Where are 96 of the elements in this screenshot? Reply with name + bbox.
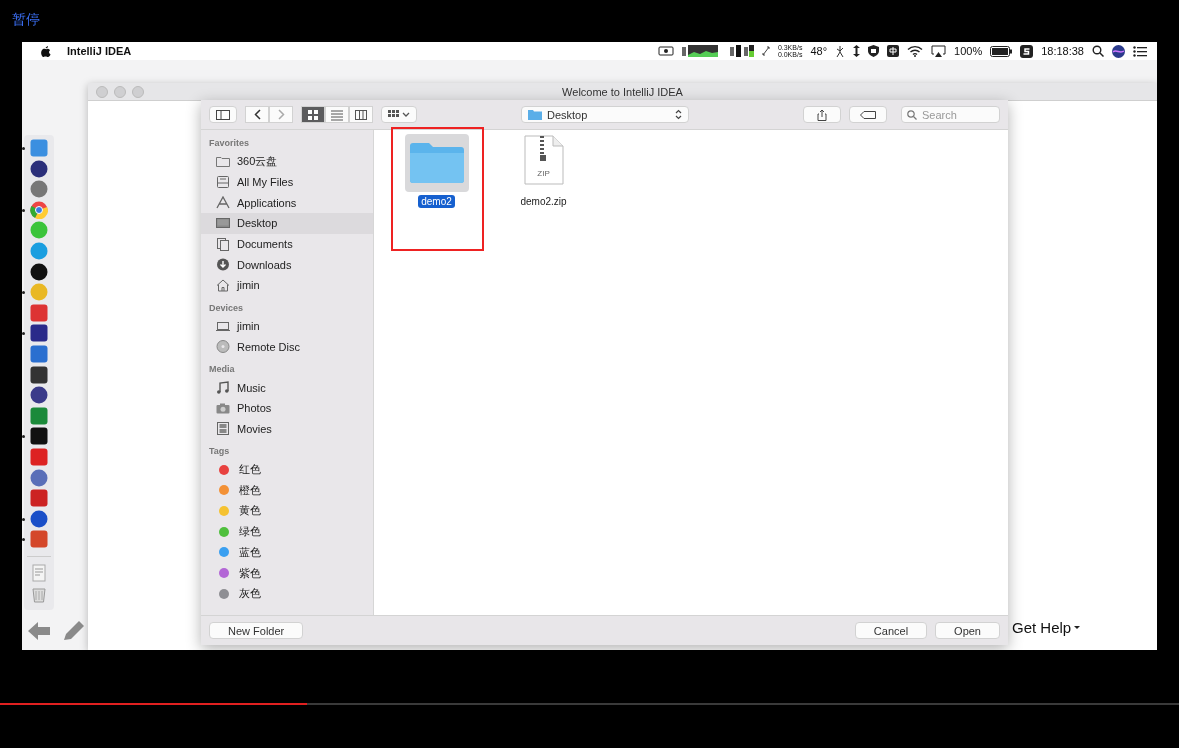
sidebar-icon [216,109,230,120]
app-icon[interactable] [30,365,48,384]
sidebar-item[interactable]: Remote Disc [201,336,373,358]
search-icon[interactable] [1092,45,1104,57]
sidebar-item[interactable]: 红色 [201,459,373,480]
laptop-icon [216,319,230,333]
sidebar-item[interactable]: Documents [201,233,373,255]
section-heading: Tags [208,445,231,459]
arrows-icon[interactable] [761,46,770,56]
apple-icon[interactable] [40,45,51,57]
folder-icon [528,109,542,120]
sidebar-item[interactable]: Desktop [201,213,373,234]
s-app-icon[interactable] [1020,44,1034,58]
sidebar-item[interactable]: 紫色 [201,562,373,584]
file-name: demo2 [418,195,455,208]
back-arrow-icon[interactable] [28,622,50,640]
open-button[interactable]: Open [935,622,1000,639]
film-icon [216,422,230,436]
app-icon[interactable] [30,427,48,446]
applications-icon [216,196,230,210]
new-folder-button[interactable]: New Folder [209,622,304,639]
list-icon[interactable] [1133,45,1147,57]
search-field[interactable]: Search [901,106,1000,123]
sidebar-item[interactable]: 蓝色 [201,542,373,563]
folder-icon [216,154,230,168]
share-button[interactable] [803,106,841,123]
section-heading: Favorites [208,137,251,150]
sidebar-item[interactable]: Movies [201,418,373,440]
wifi-icon[interactable] [907,45,924,57]
location-popup[interactable]: Desktop [521,106,689,123]
temperature-reading[interactable]: 48° [810,45,828,57]
battery-percent[interactable]: 100% [954,45,983,57]
share-icon [817,108,827,121]
input-method-icon[interactable] [887,45,900,57]
siri-icon[interactable] [1112,44,1125,58]
sidebar-item[interactable]: Downloads [201,254,373,276]
chevron-left-icon [253,109,261,120]
camera-icon [216,401,230,415]
sidebar-item[interactable]: Music [201,377,373,398]
camera-icon[interactable] [657,46,674,56]
chevron-right-icon [277,109,285,120]
sidebar-item[interactable]: 360云盘 [201,151,373,172]
updown-chevron-icon [675,109,682,120]
cancel-button[interactable]: Cancel [854,622,928,639]
app-icon[interactable] [30,386,48,405]
music-note-icon [216,381,230,395]
back-button[interactable] [245,106,269,123]
sidebar-item[interactable]: Photos [201,397,373,419]
updown-arrow-icon[interactable] [853,45,861,57]
sidebar-toggle-button[interactable] [209,106,237,123]
app-icon[interactable] [30,159,48,178]
view-mode-tab[interactable] [301,106,325,123]
sidebar-item[interactable]: 灰色 [201,583,373,605]
documents-icon [216,237,230,251]
airplay-icon[interactable] [931,45,947,57]
columns-icon [355,108,367,121]
home-icon [216,278,230,292]
shield-icon[interactable] [868,45,880,57]
grid-icon [307,108,319,121]
files-icon [216,175,230,189]
file-name: demo2.zip [519,195,568,208]
menu-clock[interactable]: 18:18:38 [1041,45,1084,57]
desktop-icon [216,216,230,230]
caret-icon [1074,625,1081,630]
zip-label: ZIP [536,169,551,178]
section-heading: Media [208,363,236,377]
folder-icon [408,142,465,184]
sidebar-item[interactable]: 绿色 [201,521,373,542]
figure-icon[interactable] [835,44,846,58]
arrange-button[interactable] [381,106,417,123]
download-icon [216,258,230,272]
pencil-icon[interactable] [62,620,86,642]
section-heading: Devices [208,301,245,315]
window-title: Welcome to IntelliJ IDEA [562,85,683,98]
help-menu[interactable]: Get Help [1012,619,1081,636]
memory-meter-icon[interactable] [729,45,754,57]
battery-icon[interactable] [990,45,1013,57]
sidebar-item[interactable]: jimin [201,315,373,337]
sidebar-item[interactable]: jimin [201,275,373,296]
disc-icon [216,340,230,354]
app-icon[interactable] [30,262,48,281]
sidebar-item[interactable]: 黄色 [201,500,373,522]
grid-caret-icon [388,109,410,120]
app-menu[interactable]: IntelliJ IDEA [67,45,132,57]
file-thumbnail[interactable] [404,134,469,192]
file-thumbnail[interactable]: ZIP [511,134,576,192]
sidebar-item[interactable]: Applications [201,192,373,214]
sidebar-item[interactable]: All My Files [201,171,373,193]
sidebar-item[interactable]: 橙色 [201,479,373,501]
zip-file-icon [523,135,564,187]
pause-status: 暂停 [12,11,40,27]
app-icon[interactable] [30,324,48,343]
view-mode-tab[interactable] [349,106,373,123]
tag-button[interactable] [849,106,887,123]
tag-icon [860,110,876,119]
list-icon [331,108,343,121]
